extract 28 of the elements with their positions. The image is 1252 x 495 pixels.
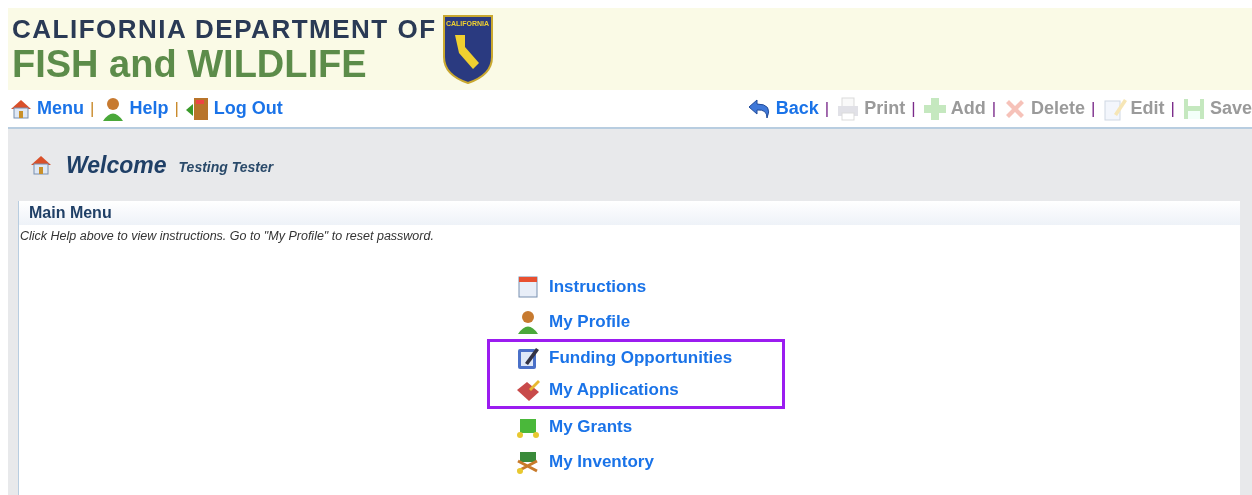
nav-link[interactable]: Log Out — [184, 95, 283, 122]
separator: | — [1091, 98, 1096, 119]
separator: | — [174, 98, 179, 119]
menu-item[interactable]: Funding Opportunities — [487, 339, 785, 374]
shield-emblem-icon — [440, 13, 495, 85]
separator: | — [90, 98, 95, 119]
menu-item[interactable]: My Profile — [487, 304, 785, 339]
help-text: Click Help above to view instructions. Go to "My Profile" to reset password. — [19, 228, 435, 243]
separator: | — [1170, 98, 1175, 119]
nav-link[interactable]: Menu — [8, 95, 84, 122]
welcome-title: Welcome — [66, 151, 167, 179]
separator: | — [824, 98, 830, 119]
door-icon — [184, 95, 211, 122]
clipboard-icon — [515, 345, 541, 371]
separator: | — [991, 98, 997, 119]
menu-item[interactable]: My Inventory — [487, 444, 785, 479]
separator: | — [911, 98, 916, 119]
toolbar-button[interactable]: Back — [746, 95, 819, 122]
nav-link[interactable]: Help — [100, 95, 169, 122]
user-name: Testing Tester — [178, 159, 274, 175]
agency-name: CALIFORNIA DEPARTMENT OF — [12, 14, 437, 44]
menu-item[interactable]: My Applications — [487, 374, 785, 409]
agency-name: FISH and WILDLIFE — [12, 44, 368, 84]
plus-icon — [921, 95, 948, 122]
person-icon — [515, 308, 541, 335]
calendar-icon — [515, 273, 541, 300]
menu-item[interactable]: My Grants — [487, 409, 785, 444]
menu-item[interactable]: Instructions — [487, 269, 785, 304]
